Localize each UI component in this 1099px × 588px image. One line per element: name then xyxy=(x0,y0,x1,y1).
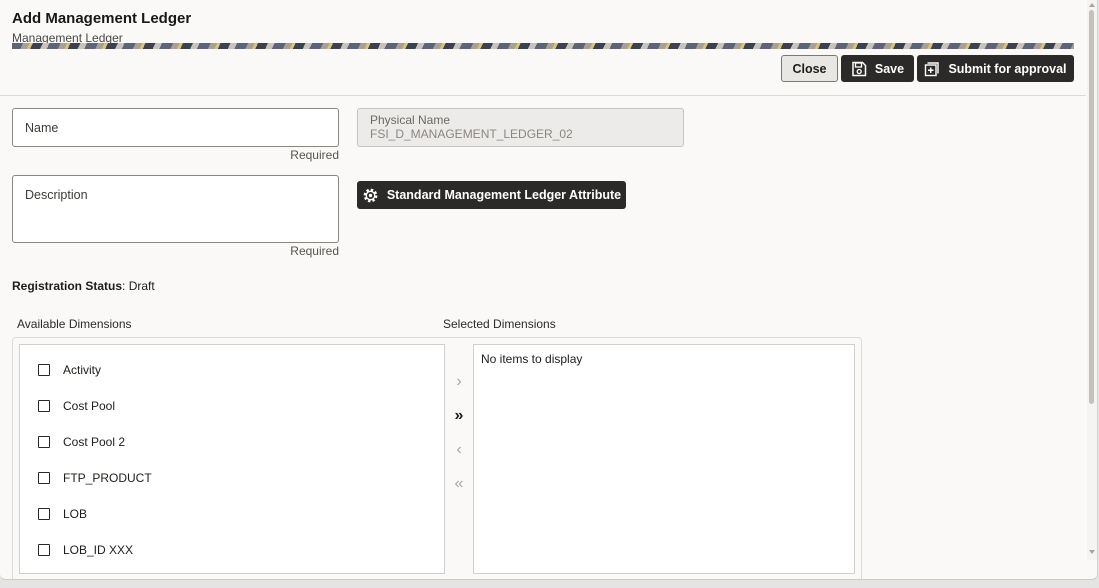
gear-icon xyxy=(362,187,379,204)
list-item-label: FTP_PRODUCT xyxy=(63,471,152,485)
move-left-button[interactable]: ‹ xyxy=(449,440,469,460)
selected-dimensions-list[interactable]: No items to display xyxy=(473,344,855,574)
description-field[interactable]: Description xyxy=(12,175,339,243)
list-item-label: Activity xyxy=(63,363,102,377)
physical-name-field: Physical Name FSI_D_MANAGEMENT_LEDGER_02 xyxy=(357,108,684,147)
list-item[interactable]: Cost Pool xyxy=(38,396,115,416)
scroll-up-arrow-icon[interactable] xyxy=(1089,3,1095,7)
name-required-hint: Required xyxy=(290,148,339,162)
add-management-ledger-dialog: Add Management Ledger Management Ledger … xyxy=(0,0,1098,580)
standard-attribute-button[interactable]: Standard Management Ledger Attribute xyxy=(357,181,626,209)
name-field[interactable]: Name xyxy=(12,108,339,147)
scroll-down-arrow-icon[interactable] xyxy=(1089,550,1095,554)
dialog-title: Add Management Ledger xyxy=(12,10,192,27)
list-item[interactable]: Activity xyxy=(38,360,101,380)
available-dimensions-list[interactable]: Activity Cost Pool Cost Pool 2 FTP_PRODU… xyxy=(19,344,445,574)
checkbox[interactable] xyxy=(38,508,50,520)
checkbox[interactable] xyxy=(38,472,50,484)
registration-status-value: Draft xyxy=(128,279,155,293)
list-item-label: Cost Pool xyxy=(63,399,116,413)
vertical-scrollbar[interactable] xyxy=(1087,0,1097,560)
save-label: Save xyxy=(874,61,905,76)
registration-status-separator: : xyxy=(122,279,126,293)
name-label: Name xyxy=(25,121,59,135)
plus-box-icon xyxy=(924,61,940,77)
selected-dimensions-label: Selected Dimensions xyxy=(443,317,556,331)
list-item[interactable]: Cost Pool 2 xyxy=(38,432,125,452)
list-item[interactable]: LOB xyxy=(38,504,87,524)
checkbox[interactable] xyxy=(38,400,50,412)
floppy-disk-icon xyxy=(851,61,867,77)
description-label: Description xyxy=(25,188,88,202)
registration-status: Registration Status: Draft xyxy=(12,279,155,293)
list-item-label: Cost Pool 2 xyxy=(63,435,126,449)
checkbox[interactable] xyxy=(38,364,50,376)
scrollbar-thumb[interactable] xyxy=(1089,10,1094,404)
submit-for-approval-button[interactable]: Submit for approval xyxy=(917,55,1074,82)
list-item-label: LOB_ID XXX xyxy=(63,543,134,557)
standard-attribute-label: Standard Management Ledger Attribute xyxy=(386,188,622,202)
decorative-banner xyxy=(12,43,1074,49)
checkbox[interactable] xyxy=(38,436,50,448)
checkbox[interactable] xyxy=(38,544,50,556)
description-required-hint: Required xyxy=(290,244,339,258)
physical-name-label: Physical Name xyxy=(370,113,451,127)
move-all-left-button[interactable]: « xyxy=(449,474,469,494)
available-dimensions-label: Available Dimensions xyxy=(17,317,132,331)
registration-status-label: Registration Status xyxy=(12,279,123,293)
list-item[interactable]: FTP_PRODUCT xyxy=(38,468,152,488)
submit-label: Submit for approval xyxy=(948,61,1067,76)
empty-list-message: No items to display xyxy=(481,352,583,366)
list-item[interactable]: LOB_ID XXX xyxy=(38,540,133,560)
header-divider xyxy=(0,95,1086,96)
move-right-button[interactable]: › xyxy=(449,372,469,392)
move-all-right-button[interactable]: » xyxy=(449,406,469,426)
physical-name-value: FSI_D_MANAGEMENT_LEDGER_02 xyxy=(370,127,573,141)
list-item-label: LOB xyxy=(63,507,88,521)
save-button[interactable]: Save xyxy=(841,55,914,82)
close-button[interactable]: Close xyxy=(781,55,838,82)
